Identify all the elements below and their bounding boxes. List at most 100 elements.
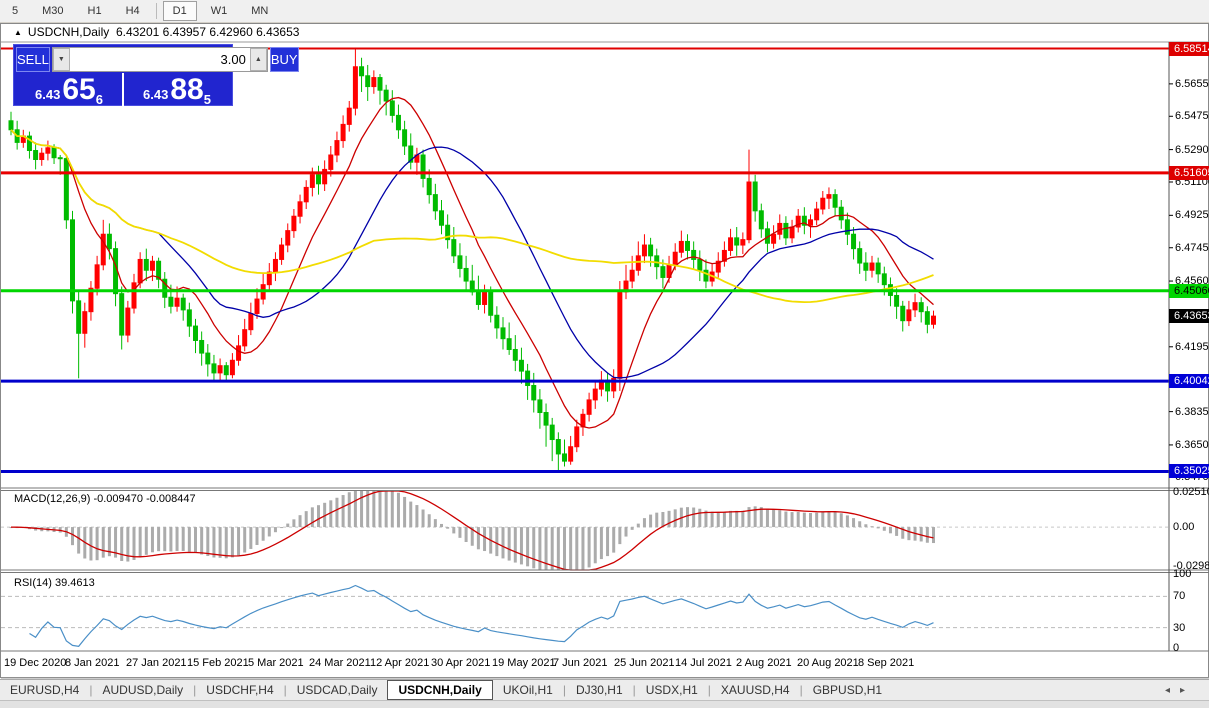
candle-body (543, 412, 549, 426)
candle-body (402, 129, 408, 147)
macd-histogram-bar (673, 509, 677, 528)
rsi-pane[interactable] (1, 573, 1169, 651)
timeframe-button-mn[interactable]: MN (241, 1, 278, 21)
macd-histogram-bar (563, 527, 566, 570)
symbol-tab-ukoil[interactable]: UKOil,H1 (493, 681, 563, 699)
rsi-axis-label: 0 (1173, 642, 1180, 654)
sell-button[interactable]: SELL (16, 47, 50, 72)
candle-body (279, 244, 285, 260)
timeframe-button-d1[interactable]: D1 (162, 1, 197, 21)
time-axis-label: 5 Mar 2021 (248, 657, 304, 669)
time-axis-label: 7 Jun 2021 (553, 657, 608, 669)
candle-body (789, 226, 795, 239)
macd-axis-label: 0.025108 (1173, 486, 1209, 498)
macd-histogram-bar (809, 512, 812, 528)
candle-body (844, 219, 850, 235)
candle-body (451, 239, 457, 257)
macd-histogram-bar (77, 527, 81, 554)
macd-histogram-bar (157, 527, 161, 552)
macd-histogram-bar (187, 527, 191, 552)
macd-histogram-bar (390, 491, 394, 528)
toolbar-separator (155, 3, 157, 19)
symbol-tab-usdchf[interactable]: USDCHF,H4 (196, 681, 283, 699)
price-axis-tick: 6.41950 (1175, 340, 1209, 353)
macd-histogram-bar (821, 512, 825, 528)
macd-histogram-bar (692, 507, 696, 528)
macd-histogram-bar (181, 527, 185, 551)
timeframe-button-w1[interactable]: W1 (201, 1, 238, 21)
candle-body (334, 140, 340, 156)
candle-body (223, 365, 229, 376)
timeframe-button-m30[interactable]: M30 (32, 1, 73, 21)
macd-histogram-bar (341, 495, 345, 528)
macd-histogram-bar (772, 509, 776, 528)
candle-body (857, 248, 863, 264)
candle-body (918, 302, 924, 313)
volume-decrease-button[interactable]: ▼ (52, 48, 70, 71)
macd-histogram-bar (618, 527, 622, 545)
macd-histogram-bar (729, 510, 733, 528)
macd-histogram-bar (194, 527, 197, 553)
macd-histogram-bar (858, 521, 862, 528)
macd-histogram-bar (347, 492, 351, 528)
chart-canvas[interactable] (1, 24, 1209, 679)
candle-body (851, 233, 857, 250)
macd-label: MACD(12,26,9) -0.009470 -0.008447 (14, 493, 196, 505)
timeframe-button-h1[interactable]: H1 (78, 1, 112, 21)
candle-body (531, 385, 537, 401)
price-axis-tick: 6.36500 (1175, 438, 1209, 451)
candle-body (660, 266, 666, 278)
sell-price-display[interactable]: 6.43 65 6 (16, 73, 124, 107)
macd-histogram-bar (833, 511, 837, 528)
sell-price-pipette: 6 (95, 92, 103, 107)
macd-histogram-bar (802, 512, 806, 528)
macd-histogram-bar (759, 507, 763, 528)
candle-body (648, 244, 654, 257)
symbol-tab-usdx[interactable]: USDX,H1 (636, 681, 708, 699)
buy-button[interactable]: BUY (269, 47, 299, 72)
candle-body (641, 244, 647, 257)
macd-histogram-bar (353, 491, 357, 528)
tab-scroll-right-icon[interactable]: ▸ (1180, 685, 1195, 696)
macd-histogram-bar (403, 496, 407, 528)
timeframe-button-h4[interactable]: H4 (116, 1, 150, 21)
buy-price-prefix: 6.43 (143, 87, 169, 102)
symbol-tab-usdcnh[interactable]: USDCNH,Daily (387, 680, 493, 700)
candle-body (229, 359, 235, 376)
macd-histogram-bar (384, 491, 388, 528)
sell-price-big-digits: 65 (62, 73, 96, 106)
timeframe-button-5[interactable]: 5 (2, 1, 28, 21)
macd-histogram-bar (907, 527, 911, 541)
candle-body (463, 267, 469, 282)
buy-price-display[interactable]: 6.43 88 5 (124, 73, 230, 108)
tab-scroll-left-icon[interactable]: ◂ (1165, 685, 1180, 696)
candle-body (254, 298, 260, 314)
macd-histogram-bar (722, 511, 726, 528)
candle-body (697, 258, 703, 271)
buy-price-pipette: 5 (203, 92, 211, 107)
price-badge-6.40042: 6.40042 (1169, 374, 1209, 389)
candle-body (869, 262, 875, 271)
symbol-tab-dj30[interactable]: DJ30,H1 (566, 681, 633, 699)
volume-increase-button[interactable]: ▲ (249, 48, 267, 71)
candle-body (143, 258, 149, 271)
macd-histogram-bar (427, 514, 431, 528)
rsi-label: RSI(14) 39.4613 (14, 577, 95, 589)
symbol-tab-eurusd[interactable]: EURUSD,H4 (0, 681, 89, 699)
macd-histogram-bar (378, 491, 382, 528)
price-axis-tick: 6.52900 (1175, 143, 1209, 156)
macd-histogram-bar (741, 510, 745, 528)
candle-body (537, 399, 543, 414)
symbol-tab-usdcad[interactable]: USDCAD,Daily (287, 681, 388, 699)
candle-body (728, 237, 734, 251)
macd-histogram-bar (212, 527, 216, 558)
symbol-tab-xauusd[interactable]: XAUUSD,H4 (711, 681, 800, 699)
macd-histogram-bar (790, 512, 794, 528)
symbol-tab-gbpusd[interactable]: GBPUSD,H1 (803, 681, 892, 699)
candle-body (285, 230, 291, 246)
candle-body (820, 197, 826, 210)
volume-input[interactable] (69, 48, 250, 71)
macd-histogram-bar (120, 527, 124, 561)
macd-histogram-bar (433, 519, 437, 528)
symbol-tab-audusd[interactable]: AUDUSD,Daily (92, 681, 193, 699)
